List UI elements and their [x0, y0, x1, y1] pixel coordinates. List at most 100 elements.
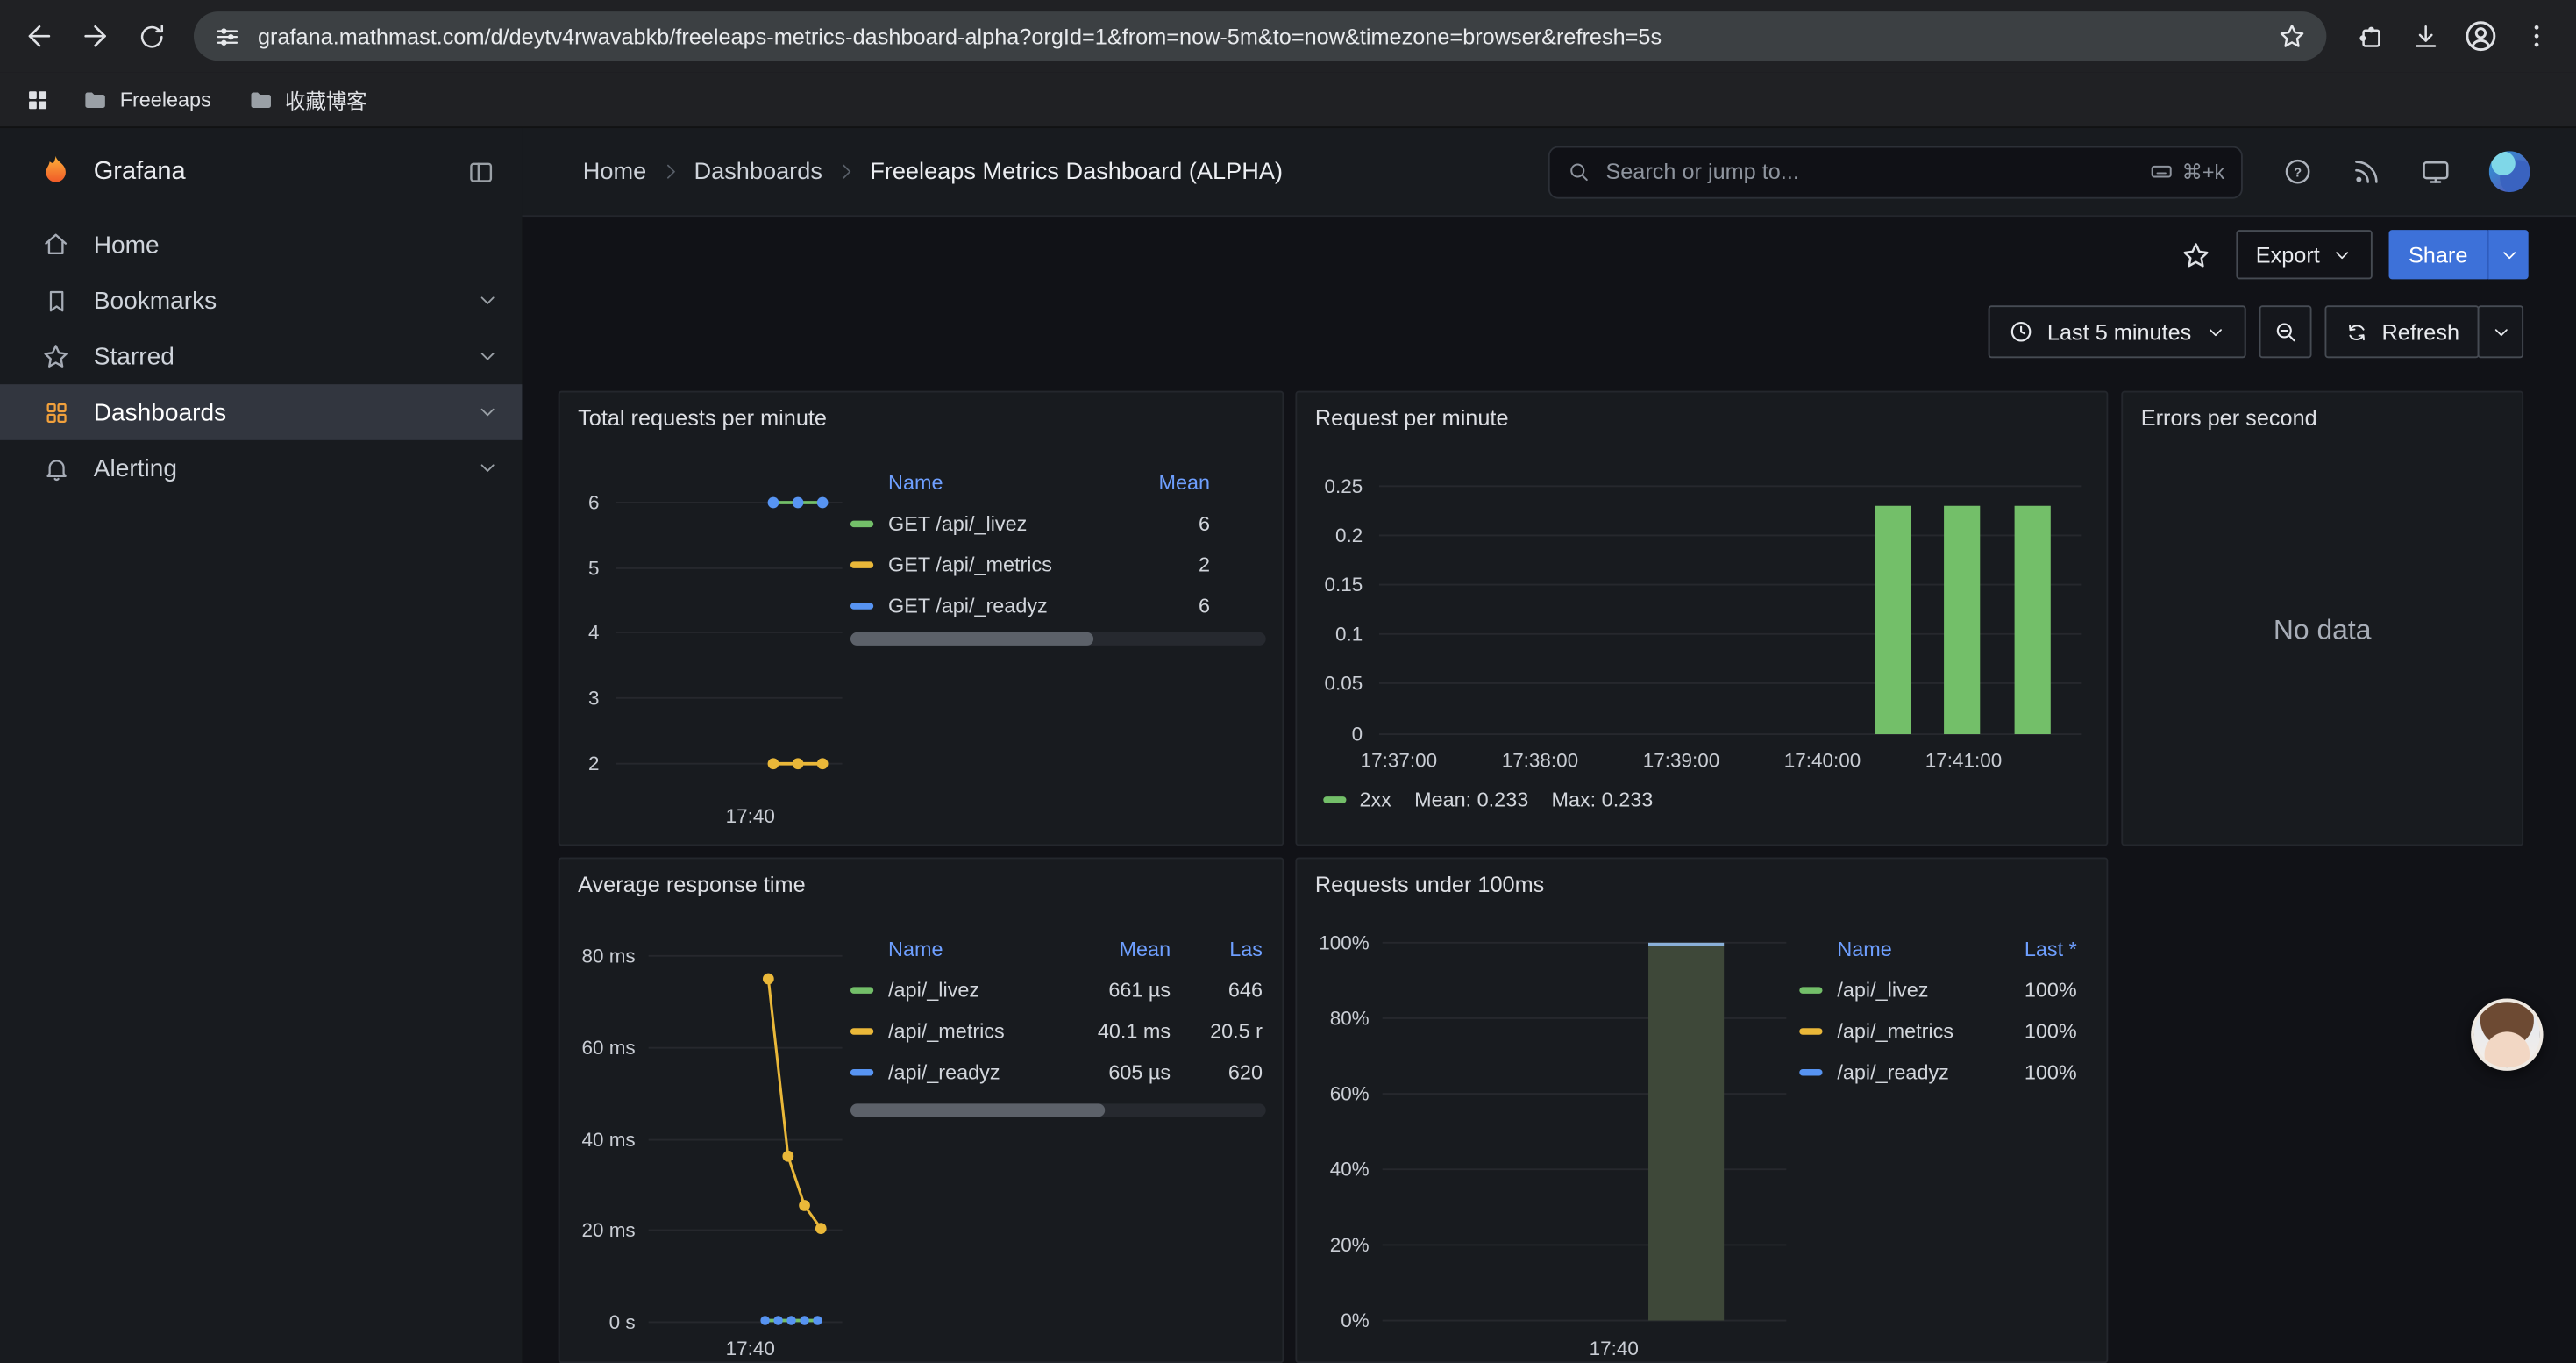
bookmark-star-icon[interactable]: [2277, 21, 2307, 51]
sidebar-toggle-icon: [466, 158, 496, 188]
sidebar-item-home[interactable]: Home: [0, 217, 522, 273]
bookmark-folder-freeleaps[interactable]: Freeleaps: [69, 78, 224, 121]
site-info-icon: [213, 22, 241, 50]
no-data-message: No data: [2123, 393, 2522, 845]
help-icon: ?: [2282, 156, 2314, 188]
url-text: grafana.mathmast.com/d/deytv4rwavabkb/fr…: [258, 24, 2260, 48]
legend-row[interactable]: /api/_readyz 605 µs 620: [850, 1051, 1263, 1092]
series-color-swatch: [850, 602, 873, 608]
chevron-down-icon: [476, 345, 499, 368]
legend-row[interactable]: /api/_livez 100%: [1799, 969, 2076, 1010]
sidebar-item-dashboards[interactable]: Dashboards: [0, 384, 522, 440]
panel-request-per-minute[interactable]: Request per minute 0.25 0.2 0.15 0.1 0.0…: [1295, 391, 2108, 846]
series-name: /api/_livez: [1837, 978, 1978, 1001]
home-icon: [39, 230, 72, 260]
time-range-picker[interactable]: Last 5 minutes: [1988, 305, 2245, 358]
bookmark-label: 收藏博客: [285, 83, 367, 115]
legend-row[interactable]: GET /api/_livez 6: [850, 503, 1210, 544]
search-shortcut: ⌘+k: [2149, 160, 2224, 184]
share-button[interactable]: Share: [2388, 230, 2487, 279]
grafana-sidebar: Grafana Home Bookmarks Starred D: [0, 128, 522, 1363]
legend-item-2xx[interactable]: 2xx: [1323, 789, 1391, 811]
panel-total-requests-per-minute[interactable]: Total requests per minute 6 5 4 3 2 17:4…: [559, 391, 1284, 846]
news-button[interactable]: [2351, 156, 2382, 188]
series-color-swatch: [850, 1068, 873, 1074]
legend-row[interactable]: GET /api/_readyz 6: [850, 585, 1210, 626]
forward-button[interactable]: [69, 10, 122, 62]
legend-scrollbar-thumb[interactable]: [850, 632, 1093, 646]
export-button[interactable]: Export: [2236, 230, 2372, 279]
legend-row[interactable]: GET /api/_metrics 2: [850, 544, 1210, 585]
apps-button[interactable]: [17, 78, 60, 121]
reload-button[interactable]: [125, 10, 177, 62]
chevron-down-icon: [2490, 321, 2511, 342]
downloads-button[interactable]: [2399, 10, 2451, 62]
breadcrumb-home[interactable]: Home: [583, 159, 646, 185]
search-input[interactable]: Search or jump to... ⌘+k: [1548, 146, 2243, 198]
legend-row[interactable]: /api/_livez 661 µs 646: [850, 969, 1263, 1010]
time-controls: Last 5 minutes Refresh: [1988, 305, 2523, 358]
arrow-right-icon: [79, 19, 111, 52]
legend-row[interactable]: /api/_metrics 40.1 ms 20.5 r: [850, 1010, 1263, 1052]
url-bar[interactable]: grafana.mathmast.com/d/deytv4rwavabkb/fr…: [194, 11, 2326, 61]
series-last: 646: [1171, 978, 1263, 1001]
assistant-avatar[interactable]: [2471, 998, 2543, 1070]
favorite-dashboard-button[interactable]: [2174, 232, 2219, 277]
display-button[interactable]: [2420, 156, 2451, 188]
bar-chart: [1297, 393, 2106, 845]
sidebar-item-bookmarks[interactable]: Bookmarks: [0, 273, 522, 329]
help-button[interactable]: ?: [2282, 156, 2314, 188]
bars-2xx: [1875, 506, 2050, 734]
series-mean: 6: [1112, 511, 1210, 534]
panel-average-response-time[interactable]: Average response time 80 ms 60 ms 40 ms …: [559, 857, 1284, 1363]
legend-row[interactable]: /api/_readyz 100%: [1799, 1051, 2076, 1092]
bookmarks-bar: Freeleaps 收藏博客: [0, 72, 2576, 128]
series-color-swatch: [850, 986, 873, 992]
breadcrumb: Home Dashboards Freeleaps Metrics Dashbo…: [583, 159, 1283, 185]
apps-grid-icon: [25, 86, 51, 112]
user-avatar[interactable]: [2489, 151, 2530, 192]
refresh-button[interactable]: Refresh: [2324, 305, 2480, 358]
legend-header-last[interactable]: Last *: [1978, 938, 2076, 960]
legend-inline: 2xx Mean: 0.233 Max: 0.233: [1323, 789, 1653, 811]
series-name: GET /api/_metrics: [888, 553, 1112, 575]
breadcrumb-dashboards[interactable]: Dashboards: [694, 159, 822, 185]
back-button[interactable]: [13, 10, 66, 62]
legend-header-name[interactable]: Name: [888, 471, 1112, 494]
sidebar-item-alerting[interactable]: Alerting: [0, 440, 522, 496]
legend-header: Name Mean: [850, 463, 1210, 503]
panel-errors-per-second[interactable]: Errors per second No data: [2121, 391, 2523, 846]
legend-row[interactable]: /api/_metrics 100%: [1799, 1010, 2076, 1052]
legend-scrollbar-thumb[interactable]: [850, 1103, 1105, 1117]
sidebar-collapse-button[interactable]: [466, 158, 496, 188]
chevron-down-icon: [2331, 244, 2352, 265]
refresh-icon: [2344, 319, 2368, 344]
share-menu-button[interactable]: [2487, 230, 2529, 279]
time-range-label: Last 5 minutes: [2047, 319, 2191, 344]
chevron-down-icon: [476, 457, 499, 480]
bell-icon: [39, 454, 72, 482]
legend-header-mean[interactable]: Mean: [1112, 471, 1210, 494]
extensions-button[interactable]: [2343, 10, 2395, 62]
legend-header-name[interactable]: Name: [888, 938, 1069, 960]
series-color-swatch: [1799, 986, 1822, 992]
zoom-out-button[interactable]: [2259, 305, 2311, 358]
grafana-logo-icon: [36, 153, 75, 192]
bookmark-folder-blog[interactable]: 收藏博客: [234, 78, 381, 121]
chevron-right-icon: [659, 161, 680, 182]
arrow-left-icon: [23, 19, 55, 52]
browser-menu-button[interactable]: [2510, 10, 2563, 62]
series-metrics-line: [768, 979, 821, 1229]
profile-button[interactable]: [2454, 10, 2507, 62]
refresh-interval-button[interactable]: [2478, 305, 2523, 358]
bookmark-icon: [39, 287, 72, 315]
legend-table: Name Mean GET /api/_livez 6 GET /api/_me…: [850, 463, 1266, 625]
sidebar-item-starred[interactable]: Starred: [0, 329, 522, 385]
legend-header-name[interactable]: Name: [1837, 938, 1978, 960]
legend-header-mean[interactable]: Mean: [1069, 938, 1171, 960]
legend-header-last[interactable]: Las: [1171, 938, 1263, 960]
bar-100pct-fill: [1648, 943, 1724, 1321]
series-color-swatch: [1799, 1027, 1822, 1033]
folder-icon: [247, 86, 274, 112]
panel-requests-under-100ms[interactable]: Requests under 100ms 100% 80% 60% 40% 20…: [1295, 857, 2108, 1363]
